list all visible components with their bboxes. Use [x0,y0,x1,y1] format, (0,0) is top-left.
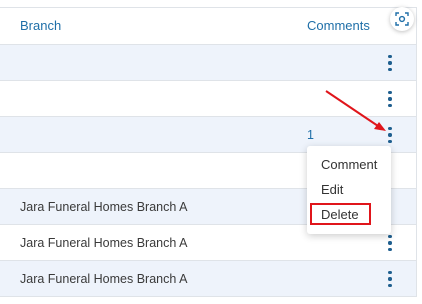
menu-item-delete[interactable]: Delete [321,207,359,222]
table-header: Branch Comments [0,8,416,45]
row-actions-kebab-icon[interactable] [385,271,395,287]
comments-cell[interactable]: 1 [307,128,314,142]
branch-cell: Jara Funeral Homes Branch A [20,236,188,250]
row-actions-kebab-icon[interactable] [385,55,395,71]
branch-cell: Jara Funeral Homes Branch A [20,200,188,214]
row-actions-kebab-icon[interactable] [385,235,395,251]
column-header-comments[interactable]: Comments [307,18,370,33]
table-row: Jara Funeral Homes Branch A [0,261,416,297]
focus-settings-icon [395,12,409,26]
row-actions-kebab-icon[interactable] [385,91,395,107]
row-actions-menu: Comment Edit Delete [307,146,391,234]
table-row [0,81,416,117]
menu-item-edit[interactable]: Edit [321,182,343,197]
menu-item-comment[interactable]: Comment [321,157,377,172]
table-row [0,45,416,81]
column-header-branch[interactable]: Branch [20,18,61,33]
branch-cell: Jara Funeral Homes Branch A [20,272,188,286]
row-actions-kebab-icon[interactable] [385,127,395,143]
column-settings-button[interactable] [390,7,414,31]
